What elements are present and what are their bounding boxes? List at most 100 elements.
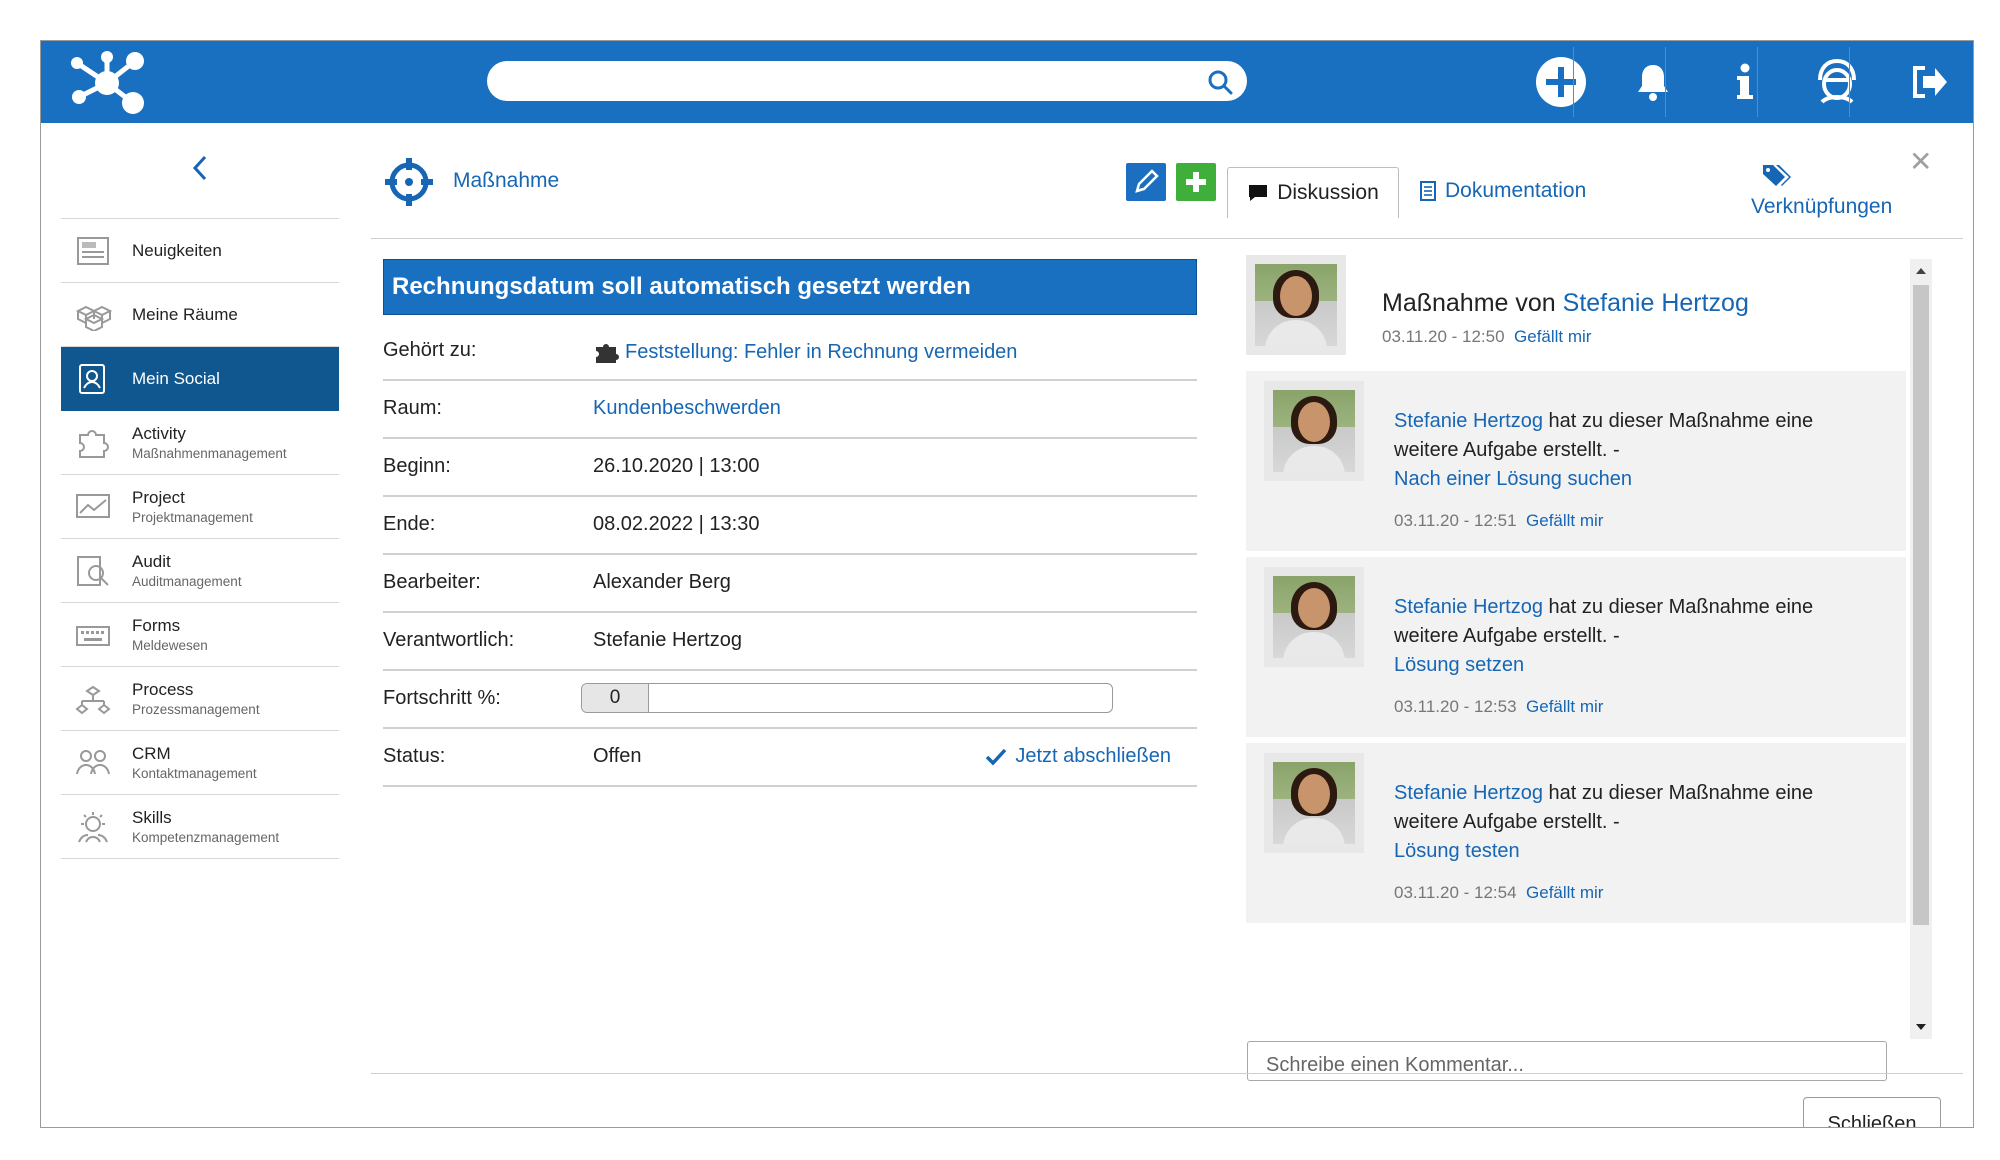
discussion-entry: Stefanie Hertzog hat zu dieser Maßnahme …: [1246, 557, 1906, 737]
detail-fields: Gehört zu: Feststellung: Fehler in Rechn…: [383, 323, 1197, 787]
sidebar-item-label: Skills: [132, 808, 172, 827]
complete-now-button[interactable]: Jetzt abschließen: [985, 745, 1171, 768]
like-button[interactable]: Gefällt mir: [1514, 327, 1591, 346]
avatar: [1264, 381, 1364, 481]
tags-icon: [1763, 165, 1791, 186]
search-input[interactable]: [487, 61, 1247, 101]
field-label: Status:: [383, 745, 446, 767]
editor-value: Alexander Berg: [593, 571, 731, 593]
chevron-left-icon: [192, 155, 207, 181]
discussion-entry: Stefanie Hertzog hat zu dieser Maßnahme …: [1246, 371, 1906, 551]
field-row-belongs: Gehört zu: Feststellung: Fehler in Rechn…: [383, 323, 1197, 381]
scroll-up-icon[interactable]: [1910, 261, 1932, 281]
discussion-header: Maßnahme von Stefanie Hertzog 03.11.20 -…: [1246, 255, 1906, 365]
profile-button[interactable]: [1791, 41, 1883, 123]
author-link[interactable]: Stefanie Hertzog: [1394, 596, 1543, 618]
top-bar: [41, 41, 1973, 123]
post-meta: 03.11.20 - 12:50 Gefällt mir: [1382, 327, 1591, 347]
collapse-sidebar-button[interactable]: [61, 153, 339, 189]
task-link[interactable]: Lösung setzen: [1394, 654, 1524, 676]
field-label: Raum:: [383, 397, 442, 419]
skills-icon: [74, 810, 112, 844]
field-label: Verantwortlich:: [383, 629, 515, 651]
sidebar-item-label: CRM: [132, 744, 171, 763]
checkmark-icon: [986, 748, 1007, 766]
like-button[interactable]: Gefällt mir: [1526, 511, 1603, 530]
field-label: Fortschritt %:: [383, 687, 501, 709]
field-row-status: Status: Offen Jetzt abschließen: [383, 729, 1197, 787]
social-icon: [74, 362, 112, 396]
like-button[interactable]: Gefällt mir: [1526, 883, 1603, 902]
scrollbar-thumb[interactable]: [1913, 285, 1929, 925]
author-link[interactable]: Stefanie Hertzog: [1563, 289, 1749, 317]
add-button[interactable]: [1515, 41, 1607, 123]
tab-diskussion[interactable]: Diskussion: [1227, 167, 1399, 218]
logo-network-icon[interactable]: [63, 47, 153, 117]
progress-value: 0: [582, 684, 649, 712]
sidebar-item-meine-raeume[interactable]: Meine Räume: [61, 283, 339, 347]
sidebar-item-label: Activity: [132, 424, 186, 443]
links-label: Verknüpfungen: [1751, 195, 1893, 218]
sidebar-item-process[interactable]: Process Prozessmanagement: [61, 667, 339, 731]
comment-input[interactable]: Schreibe einen Kommentar...: [1247, 1041, 1887, 1081]
news-icon: [74, 234, 112, 268]
links-button[interactable]: Verknüpfungen: [1751, 163, 1892, 219]
start-value: 26.10.2020 | 13:00: [593, 455, 760, 477]
cubes-icon: [74, 298, 112, 332]
item-type-label: Maßnahme: [453, 169, 560, 192]
sidebar-item-sublabel: Maßnahmenmanagement: [132, 446, 287, 461]
field-label: Bearbeiter:: [383, 571, 481, 593]
search-icon[interactable]: [1207, 69, 1233, 95]
info-button[interactable]: [1699, 41, 1791, 123]
tab-dokumentation[interactable]: Dokumentation: [1419, 179, 1586, 203]
author-link[interactable]: Stefanie Hertzog: [1394, 410, 1543, 432]
close-icon[interactable]: ✕: [1909, 145, 1932, 178]
progress-slider[interactable]: 0: [581, 683, 1113, 713]
sidebar-item-sublabel: Auditmanagement: [132, 574, 242, 589]
close-button[interactable]: Schließen: [1803, 1097, 1941, 1127]
edit-button[interactable]: [1126, 163, 1166, 201]
field-row-room: Raum: Kundenbeschwerden: [383, 381, 1197, 439]
avatar: [1246, 255, 1346, 355]
sidebar-item-activity[interactable]: Activity Maßnahmenmanagement: [61, 411, 339, 475]
sidebar-item-sublabel: Meldewesen: [132, 638, 208, 653]
user-avatar-icon: [1818, 58, 1856, 104]
notifications-button[interactable]: [1607, 41, 1699, 123]
room-link[interactable]: Kundenbeschwerden: [593, 397, 781, 420]
logout-button[interactable]: [1883, 41, 1973, 123]
tab-label: Dokumentation: [1445, 179, 1587, 202]
field-row-progress: Fortschritt %: 0: [383, 671, 1197, 729]
task-link[interactable]: Lösung testen: [1394, 840, 1520, 862]
sidebar-item-neuigkeiten[interactable]: Neuigkeiten: [61, 219, 339, 283]
like-button[interactable]: Gefällt mir: [1526, 697, 1603, 716]
sidebar-item-project[interactable]: Project Projektmanagement: [61, 475, 339, 539]
toolbar-separator: [1757, 47, 1758, 117]
sidebar-item-audit[interactable]: Audit Auditmanagement: [61, 539, 339, 603]
timestamp: 03.11.20 - 12:51: [1394, 511, 1517, 530]
task-link[interactable]: Nach einer Lösung suchen: [1394, 468, 1632, 490]
parent-item-link[interactable]: Feststellung: Fehler in Rechnung vermeid…: [593, 339, 1017, 365]
complete-now-label: Jetzt abschließen: [1015, 745, 1171, 767]
toolbar-separator: [1665, 47, 1666, 117]
speech-bubble-icon: [1249, 185, 1268, 201]
sidebar-item-label: Mein Social: [132, 368, 220, 388]
post-meta: 03.11.20 - 12:54 Gefällt mir: [1394, 883, 1603, 903]
end-value: 08.02.2022 | 13:30: [593, 513, 760, 535]
add-task-button[interactable]: [1176, 163, 1216, 201]
footer-divider: [371, 1073, 1963, 1074]
sidebar-item-label: Meine Räume: [132, 304, 238, 324]
keyboard-icon: [74, 618, 112, 652]
sidebar-item-skills[interactable]: Skills Kompetenzmanagement: [61, 795, 339, 859]
post-meta: 03.11.20 - 12:53 Gefällt mir: [1394, 697, 1603, 717]
field-row-responsible: Verantwortlich: Stefanie Hertzog: [383, 613, 1197, 671]
logout-icon: [1913, 66, 1947, 98]
scroll-down-icon[interactable]: [1910, 1017, 1932, 1037]
sidebar-item-crm[interactable]: CRM Kontaktmanagement: [61, 731, 339, 795]
avatar: [1264, 753, 1364, 853]
sidebar-item-mein-social[interactable]: Mein Social: [61, 347, 339, 411]
app-window: Neuigkeiten Meine Räume Mein Social Acti…: [40, 40, 1974, 1128]
author-link[interactable]: Stefanie Hertzog: [1394, 782, 1543, 804]
puzzle-icon: [74, 426, 112, 460]
sidebar-item-forms[interactable]: Forms Meldewesen: [61, 603, 339, 667]
entry-text: Stefanie Hertzog hat zu dieser Maßnahme …: [1394, 596, 1814, 676]
